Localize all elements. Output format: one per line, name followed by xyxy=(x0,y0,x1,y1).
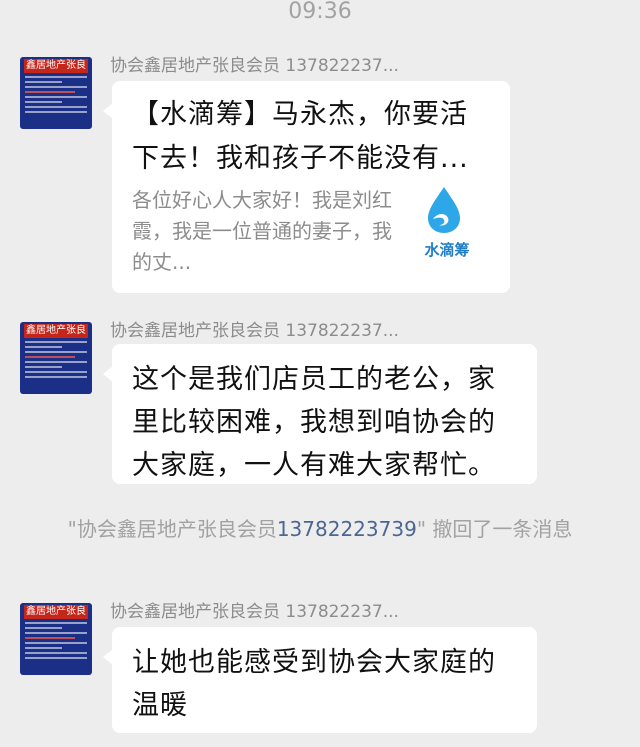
recall-suffix: " 撤回了一条消息 xyxy=(416,517,573,541)
avatar-label: 鑫居地产张良 xyxy=(24,605,88,619)
avatar[interactable]: 鑫居地产张良 xyxy=(20,57,92,129)
recall-phone-link[interactable]: 13782223739 xyxy=(277,517,417,541)
message-timestamp: 09:36 xyxy=(288,0,352,24)
avatar[interactable]: 鑫居地产张良 xyxy=(20,322,92,394)
avatar-label: 鑫居地产张良 xyxy=(24,324,88,338)
message-text: 让她也能感受到协会大家庭的温暖 xyxy=(132,647,496,721)
link-card-brand: 水滴筹 xyxy=(424,241,470,259)
recall-notice: "协会鑫居地产张良会员13782223739" 撤回了一条消息 xyxy=(55,515,585,543)
chat-window: 09:36 鑫居地产张良 协会鑫居地产张良会员 137822237... 【水滴… xyxy=(0,0,640,747)
avatar-image-lines xyxy=(25,622,87,659)
avatar-label: 鑫居地产张良 xyxy=(24,59,88,73)
recall-prefix: "协会鑫居地产张良会员 xyxy=(67,517,277,541)
sender-name: 协会鑫居地产张良会员 137822237... xyxy=(110,321,399,341)
link-card-description: 各位好心人大家好！我是刘红霞，我是一位普通的妻子，我的丈... xyxy=(132,188,392,274)
avatar-image-lines xyxy=(25,76,87,113)
avatar-image-lines xyxy=(25,341,87,378)
sender-name: 协会鑫居地产张良会员 137822237... xyxy=(110,602,399,622)
message-bubble[interactable]: 这个是我们店员工的老公，家里比较困难，我想到咱协会的大家庭，一人有难大家帮忙。 xyxy=(103,344,537,484)
message-text: 这个是我们店员工的老公，家里比较困难，我想到咱协会的大家庭，一人有难大家帮忙。 xyxy=(132,364,496,481)
link-card[interactable]: 【水滴筹】马永杰，你要活下去！我和孩子不能没有... 各位好心人大家好！我是刘红… xyxy=(103,81,510,293)
link-card-title: 【水滴筹】马永杰，你要活下去！我和孩子不能没有... xyxy=(132,99,469,174)
water-drop-logo-icon xyxy=(428,187,460,233)
avatar[interactable]: 鑫居地产张良 xyxy=(20,603,92,675)
message-bubble[interactable]: 让她也能感受到协会大家庭的温暖 xyxy=(103,627,537,733)
sender-name: 协会鑫居地产张良会员 137822237... xyxy=(110,56,399,76)
